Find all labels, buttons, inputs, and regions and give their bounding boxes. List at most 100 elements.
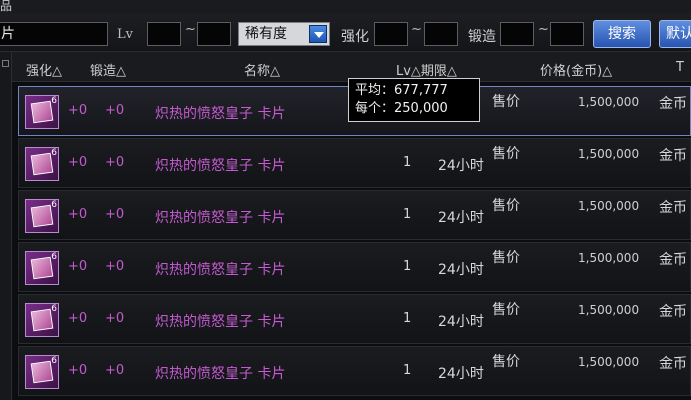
forge-min-input[interactable] — [500, 22, 534, 46]
price-value: 1,500,000 — [578, 199, 640, 213]
forge-value: +0 — [105, 259, 125, 274]
enhance-value: +0 — [68, 363, 88, 378]
level-value: 1 — [403, 259, 412, 274]
item-name: 炽热的愤怒皇子 卡片 — [155, 106, 286, 122]
search-bar: 片 Lv ~ 稀有度 强化 ~ 锻造 ~ 搜索 默认 — [0, 14, 691, 52]
table-row[interactable]: 6 +0 +0 炽热的愤怒皇子 卡片 1 24小时 售价 1,500,000 金… — [18, 190, 691, 240]
forge-value: +0 — [105, 207, 125, 222]
level-value: 1 — [403, 363, 412, 378]
card-art — [30, 100, 54, 124]
default-button[interactable]: 默认 — [659, 20, 691, 48]
period-value: 24小时 — [438, 158, 484, 174]
card-art — [30, 204, 54, 228]
left-gutter — [0, 52, 12, 400]
card-item-icon[interactable]: 6 — [25, 199, 59, 233]
tooltip-each: 每个：250,000 — [355, 101, 448, 116]
forge-range-separator: ~ — [538, 22, 549, 37]
card-item-icon[interactable]: 6 — [25, 251, 59, 285]
item-count-badge: 6 — [51, 252, 57, 262]
forge-value: +0 — [105, 363, 125, 378]
lv-max-input[interactable] — [197, 22, 231, 46]
sort-forge-header[interactable]: 锻造△ — [90, 60, 126, 79]
enhance-value: +0 — [68, 311, 88, 326]
table-row[interactable]: 6 +0 +0 炽热的愤怒皇子 卡片 1 24小时 售价 1,500,000 金… — [18, 294, 691, 344]
currency-label: 金币 — [659, 96, 687, 112]
card-item-icon[interactable]: 6 — [25, 95, 59, 129]
table-row[interactable]: 6 +0 +0 炽热的愤怒皇子 卡片 1 24小时 售价 1,500,000 金… — [18, 346, 691, 396]
window-top-strip: 品 — [0, 0, 691, 14]
level-value: 1 — [403, 155, 412, 170]
price-value: 1,500,000 — [578, 95, 640, 109]
currency-label: 金币 — [659, 356, 687, 372]
level-value: 1 — [403, 207, 412, 222]
enhance-min-input[interactable] — [374, 22, 408, 46]
sort-lv-period-header[interactable]: Lv△期限△ — [396, 60, 457, 79]
currency-label: 金币 — [659, 148, 687, 164]
sort-enhance-header[interactable]: 强化△ — [26, 60, 62, 79]
item-name: 炽热的愤怒皇子 卡片 — [155, 158, 286, 174]
sale-type: 售价 — [492, 302, 520, 318]
checkbox-icon[interactable] — [2, 60, 9, 67]
enhance-value: +0 — [68, 207, 88, 222]
currency-label: 金币 — [659, 200, 687, 216]
enhance-value: +0 — [68, 155, 88, 170]
lv-label: Lv — [117, 27, 133, 42]
item-count-badge: 6 — [51, 356, 57, 366]
sort-name-header[interactable]: 名称△ — [244, 60, 280, 79]
rarity-select[interactable]: 稀有度 — [238, 22, 330, 46]
price-value: 1,500,000 — [578, 251, 640, 265]
level-value: 1 — [403, 311, 412, 326]
item-count-badge: 6 — [51, 304, 57, 314]
card-art — [30, 360, 54, 384]
card-item-icon[interactable]: 6 — [25, 355, 59, 389]
window-corner-label: 品 — [0, 0, 13, 13]
search-button[interactable]: 搜索 — [593, 20, 651, 48]
period-value: 24小时 — [438, 314, 484, 330]
enhance-value: +0 — [68, 259, 88, 274]
sale-type: 售价 — [492, 146, 520, 162]
card-art — [30, 308, 54, 332]
rarity-selected-value: 稀有度 — [245, 26, 287, 42]
enhance-value: +0 — [68, 103, 88, 118]
sale-type: 售价 — [492, 94, 520, 110]
hammer-icon[interactable]: T — [676, 60, 684, 75]
price-value: 1,500,000 — [578, 355, 640, 369]
sale-type: 售价 — [492, 198, 520, 214]
item-name-input[interactable]: 片 — [0, 22, 108, 46]
listing-table: 6 +0 +0 炽热的愤怒皇子 卡片 售价 1,500,000 金币 6 +0 … — [12, 82, 691, 400]
forge-filter-label: 锻造 — [468, 29, 496, 45]
forge-value: +0 — [105, 155, 125, 170]
price-value: 1,500,000 — [578, 303, 640, 317]
card-art — [30, 256, 54, 280]
item-count-badge: 6 — [51, 148, 57, 158]
forge-max-input[interactable] — [550, 22, 584, 46]
sort-price-header[interactable]: 价格(金币)△ — [540, 60, 612, 79]
chevron-down-icon[interactable] — [309, 25, 327, 43]
item-name: 炽热的愤怒皇子 卡片 — [155, 210, 286, 226]
item-name: 炽热的愤怒皇子 卡片 — [155, 262, 286, 278]
card-art — [30, 152, 54, 176]
table-row[interactable]: 6 +0 +0 炽热的愤怒皇子 卡片 1 24小时 售价 1,500,000 金… — [18, 138, 691, 188]
sale-type: 售价 — [492, 354, 520, 370]
period-value: 24小时 — [438, 210, 484, 226]
lv-min-input[interactable] — [147, 22, 181, 46]
currency-label: 金币 — [659, 252, 687, 268]
period-value: 24小时 — [438, 366, 484, 382]
card-item-icon[interactable]: 6 — [25, 147, 59, 181]
tooltip-average: 平均：677,777 — [355, 83, 448, 98]
item-name: 炽热的愤怒皇子 卡片 — [155, 366, 286, 382]
forge-value: +0 — [105, 311, 125, 326]
sale-type: 售价 — [492, 250, 520, 266]
lv-range-separator: ~ — [185, 22, 196, 37]
item-count-badge: 6 — [51, 200, 57, 210]
enhance-max-input[interactable] — [424, 22, 458, 46]
card-item-icon[interactable]: 6 — [25, 303, 59, 337]
price-value: 1,500,000 — [578, 147, 640, 161]
price-tooltip: 平均：677,777 每个：250,000 — [348, 78, 480, 122]
item-count-badge: 6 — [51, 96, 57, 106]
enhance-filter-label: 强化 — [341, 29, 369, 45]
table-row[interactable]: 6 +0 +0 炽热的愤怒皇子 卡片 1 24小时 售价 1,500,000 金… — [18, 242, 691, 292]
forge-value: +0 — [105, 103, 125, 118]
period-value: 24小时 — [438, 262, 484, 278]
enhance-range-separator: ~ — [411, 22, 422, 37]
